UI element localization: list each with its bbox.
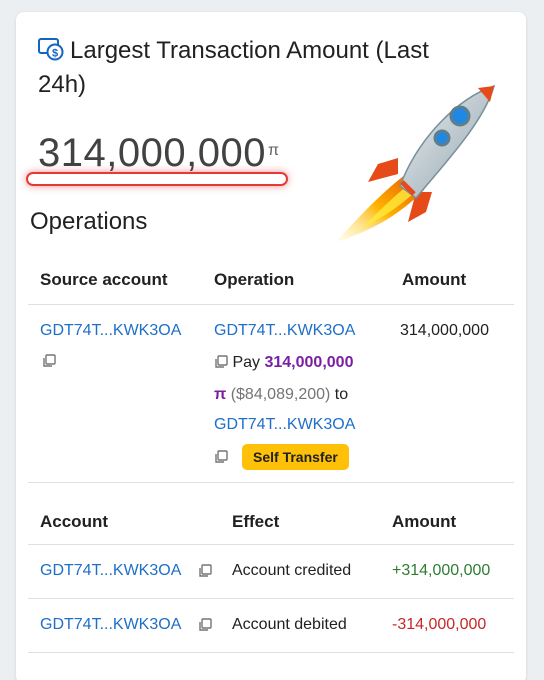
source-account-link[interactable]: GDT74T...KWK3OA bbox=[40, 320, 181, 342]
amount-highlight bbox=[26, 172, 288, 186]
rocket-icon bbox=[336, 84, 496, 242]
effect-amount-credit: +314,000,000 bbox=[392, 562, 491, 579]
divider bbox=[28, 544, 514, 545]
effect-amount-debit: -314,000,000 bbox=[392, 616, 487, 633]
col-effect-amount: Amount bbox=[392, 512, 457, 531]
operation-description: Pay 314,000,000 bbox=[214, 352, 394, 374]
copy-icon[interactable] bbox=[214, 355, 228, 369]
copy-icon[interactable] bbox=[214, 450, 228, 464]
col-effect: Effect bbox=[232, 512, 280, 531]
col-amount: Amount bbox=[402, 270, 467, 289]
effect-account-link[interactable]: GDT74T...KWK3OA bbox=[40, 560, 181, 582]
divider bbox=[28, 482, 514, 483]
operation-amount: 314,000,000 bbox=[400, 322, 489, 339]
col-source-account: Source account bbox=[40, 270, 168, 289]
operations-heading: Operations bbox=[30, 208, 148, 235]
amount-unit: π bbox=[268, 142, 280, 159]
effect-account-link[interactable]: GDT74T...KWK3OA bbox=[40, 614, 181, 636]
divider bbox=[28, 652, 514, 653]
copy-icon[interactable] bbox=[198, 618, 212, 632]
largest-amount-value: 314,000,000 bbox=[38, 131, 266, 175]
divider bbox=[28, 304, 514, 305]
col-account: Account bbox=[40, 512, 108, 531]
money-bill-icon: $ bbox=[38, 38, 64, 61]
usd-value: ($84,089,200) bbox=[230, 386, 331, 403]
svg-text:$: $ bbox=[52, 48, 58, 60]
effect-text: Account credited bbox=[232, 562, 352, 579]
pay-unit: π bbox=[214, 386, 227, 403]
destination-account-link[interactable]: GDT74T...KWK3OA bbox=[214, 414, 355, 436]
divider bbox=[28, 598, 514, 599]
self-transfer-badge: Self Transfer bbox=[242, 444, 349, 470]
operation-account-link[interactable]: GDT74T...KWK3OA bbox=[214, 320, 355, 342]
copy-icon[interactable] bbox=[198, 564, 212, 578]
effect-text: Account debited bbox=[232, 616, 347, 633]
to-label: to bbox=[334, 386, 349, 403]
operation-description-line2: π ($84,089,200) to bbox=[214, 384, 394, 406]
largest-transaction-card: $ Largest Transaction Amount (Last 24h) … bbox=[16, 12, 526, 680]
copy-icon[interactable] bbox=[42, 354, 56, 368]
pay-label: Pay bbox=[232, 354, 261, 371]
pay-amount: 314,000,000 bbox=[264, 354, 354, 371]
col-operation: Operation bbox=[214, 270, 295, 289]
